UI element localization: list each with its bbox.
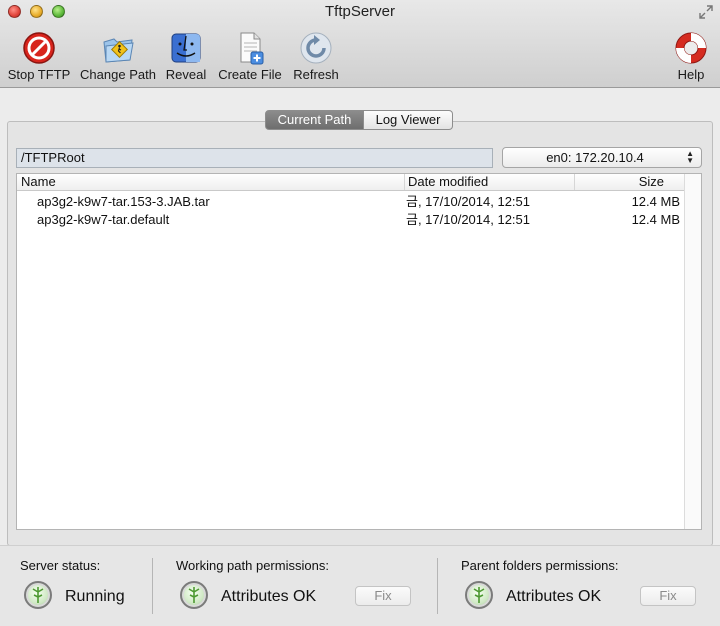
up-down-arrows-icon: ▲ ▼ bbox=[686, 149, 694, 165]
refresh-label: Refresh bbox=[293, 67, 339, 82]
window-toolbar: TftpServer Stop TFTP Change Path Reveal … bbox=[0, 0, 720, 88]
status-divider bbox=[437, 558, 438, 614]
file-size: 12.4 MB bbox=[631, 194, 680, 209]
fullscreen-icon[interactable] bbox=[698, 4, 714, 20]
table-scrollbar[interactable] bbox=[684, 174, 701, 529]
file-date: 금, 17/10/2014, 12:51 bbox=[406, 212, 531, 227]
help-label: Help bbox=[677, 67, 705, 82]
lifebuoy-icon bbox=[675, 32, 707, 64]
refresh-icon bbox=[300, 32, 332, 64]
interface-select[interactable]: en0: 172.20.10.4 ▲ ▼ bbox=[502, 147, 702, 168]
parent-folders-fix-button[interactable]: Fix bbox=[640, 586, 696, 606]
file-name: ap3g2-k9w7-tar.153-3.JAB.tar bbox=[37, 194, 210, 209]
view-tabs: Current Path Log Viewer bbox=[265, 110, 453, 130]
file-size: 12.4 MB bbox=[631, 212, 680, 227]
stop-sign-icon bbox=[23, 32, 55, 64]
file-date: 금, 17/10/2014, 12:51 bbox=[406, 194, 531, 209]
file-name: ap3g2-k9w7-tar.default bbox=[37, 212, 170, 227]
current-path-field[interactable]: /TFTPRoot bbox=[16, 148, 493, 168]
column-header-name[interactable]: Name bbox=[21, 174, 56, 190]
table-header: Name Date modified Size bbox=[17, 174, 685, 191]
main-content: Current Path Log Viewer /TFTPRoot en0: 1… bbox=[0, 89, 720, 546]
create-file-button[interactable]: Create File bbox=[214, 30, 286, 82]
status-bar: Server status: Running Working path perm… bbox=[0, 545, 720, 626]
tab-log-viewer[interactable]: Log Viewer bbox=[364, 110, 453, 130]
working-path-fix-button[interactable]: Fix bbox=[355, 586, 411, 606]
create-file-label: Create File bbox=[218, 67, 282, 82]
change-path-button[interactable]: Change Path bbox=[78, 30, 158, 82]
table-row[interactable]: ap3g2-k9w7-tar.153-3.JAB.tar 금, 17/10/20… bbox=[17, 193, 685, 211]
server-status-led-icon bbox=[24, 581, 52, 609]
change-path-label: Change Path bbox=[80, 67, 156, 82]
parent-folders-led-icon bbox=[465, 581, 493, 609]
folder-walker-icon bbox=[103, 38, 134, 63]
file-table: Name Date modified Size ap3g2-k9w7-tar.1… bbox=[16, 173, 702, 530]
tab-current-path[interactable]: Current Path bbox=[265, 110, 364, 130]
window-title: TftpServer bbox=[324, 3, 396, 20]
parent-folders-permissions-title: Parent folders permissions: bbox=[461, 558, 619, 573]
finder-icon bbox=[171, 33, 201, 63]
working-path-led-icon bbox=[180, 581, 208, 609]
refresh-button[interactable]: Refresh bbox=[290, 30, 342, 82]
parent-folders-permissions-value: Attributes OK bbox=[506, 588, 602, 605]
document-plus-icon bbox=[240, 32, 264, 65]
working-path-permissions-value: Attributes OK bbox=[221, 588, 317, 605]
table-row[interactable]: ap3g2-k9w7-tar.default 금, 17/10/2014, 12… bbox=[17, 211, 685, 229]
interface-select-value: en0: 172.20.10.4 bbox=[546, 150, 644, 165]
help-button[interactable]: Help bbox=[670, 30, 712, 82]
working-path-permissions-title: Working path permissions: bbox=[176, 558, 329, 573]
column-header-size[interactable]: Size bbox=[574, 174, 684, 190]
reveal-button[interactable]: Reveal bbox=[164, 30, 208, 82]
stop-tftp-label: Stop TFTP bbox=[7, 67, 71, 82]
reveal-label: Reveal bbox=[165, 67, 207, 82]
status-divider bbox=[152, 558, 153, 614]
column-header-date-modified[interactable]: Date modified bbox=[404, 174, 574, 190]
server-status-title: Server status: bbox=[20, 558, 101, 573]
stop-tftp-button[interactable]: Stop TFTP bbox=[6, 30, 72, 82]
server-status-value: Running bbox=[65, 588, 125, 605]
